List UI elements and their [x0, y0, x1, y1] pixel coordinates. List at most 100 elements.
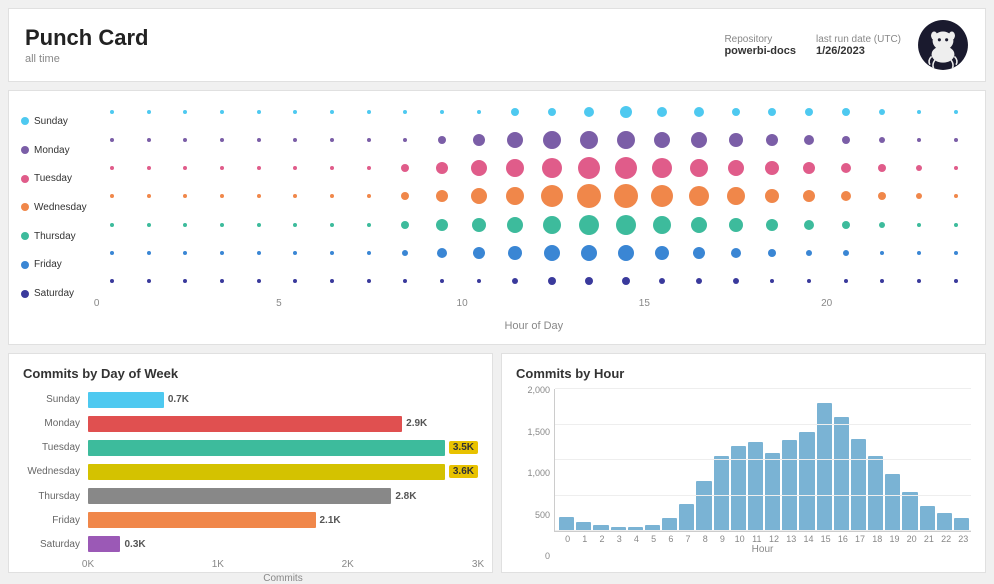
punch-cell	[168, 99, 203, 125]
v-bar-x-label: 9	[715, 534, 730, 544]
punch-dot	[768, 108, 776, 116]
v-bar-y-label: 1,500	[527, 427, 550, 437]
repo-info: Repository powerbi-docs last run date (U…	[724, 19, 969, 71]
punch-cell	[498, 240, 533, 266]
punch-cell	[351, 268, 386, 294]
punch-cell	[755, 99, 790, 125]
punch-cell	[608, 99, 643, 125]
punch-dot	[220, 110, 224, 114]
punch-cell	[461, 127, 496, 153]
punch-dot	[615, 157, 637, 179]
v-bar-col	[885, 389, 900, 531]
punch-cell	[278, 127, 313, 153]
v-bar-col	[799, 389, 814, 531]
v-bar-chart-wrap: 05001,0001,5002,000 01234567891011121314…	[516, 389, 971, 555]
h-bar-fill	[88, 392, 164, 408]
v-bar-col	[834, 389, 849, 531]
v-bar-col	[937, 389, 952, 531]
punch-cell	[95, 183, 130, 209]
punch-cell	[131, 268, 166, 294]
punch-dot	[768, 249, 776, 257]
punch-dot	[507, 217, 523, 233]
v-bar-x-label: 10	[732, 534, 747, 544]
punch-dot	[655, 246, 669, 260]
punch-cell	[131, 183, 166, 209]
punch-cell	[498, 127, 533, 153]
punch-cell	[535, 155, 570, 181]
punch-cell	[351, 127, 386, 153]
h-bar-row: Thursday2.8K	[23, 486, 478, 507]
punch-cell	[828, 212, 863, 238]
punch-cell	[535, 183, 570, 209]
punch-cell	[608, 240, 643, 266]
punch-dot	[110, 110, 114, 114]
punch-cell	[718, 183, 753, 209]
v-bar-x-labels: 01234567891011121314151617181920212223	[554, 534, 971, 544]
v-bar-x-label: 1	[577, 534, 592, 544]
punch-cell	[241, 268, 276, 294]
punch-cell	[205, 99, 240, 125]
punch-dot	[293, 251, 297, 255]
punch-dot	[954, 279, 958, 283]
punch-cell	[828, 240, 863, 266]
punch-dot	[917, 110, 921, 114]
punch-dot	[548, 277, 556, 285]
punch-cell	[682, 127, 717, 153]
punch-cell	[792, 268, 827, 294]
punch-cell	[718, 268, 753, 294]
v-bar-x-label: 16	[835, 534, 850, 544]
punch-dot	[220, 223, 224, 227]
h-bar-row: Monday2.9K	[23, 413, 478, 434]
punch-dot	[293, 110, 297, 114]
punch-dot	[690, 159, 708, 177]
punch-cell	[388, 155, 423, 181]
h-bar-label: Monday	[23, 418, 88, 429]
punch-cell	[315, 127, 350, 153]
punch-dot	[183, 279, 187, 283]
v-bar-fill	[559, 517, 574, 531]
legend-dot	[21, 232, 29, 240]
punch-cell	[572, 240, 607, 266]
punch-dot	[402, 250, 408, 256]
punch-dot	[614, 184, 638, 208]
punch-dot	[330, 166, 334, 170]
punch-dot	[401, 221, 409, 229]
h-axis-title: Commits	[23, 573, 478, 584]
v-bar-x-label: 11	[749, 534, 764, 544]
v-bar-y-axis: 05001,0001,5002,000	[516, 389, 554, 555]
punch-dot	[367, 279, 371, 283]
punch-dot	[729, 133, 743, 147]
v-bar-fill	[920, 506, 935, 531]
repo-col: Repository powerbi-docs	[724, 34, 796, 57]
v-bar-fill	[902, 492, 917, 531]
punch-cell	[902, 99, 937, 125]
y-grid-line	[555, 388, 971, 389]
punch-cell	[351, 212, 386, 238]
punch-dot	[293, 138, 297, 142]
punch-dot	[110, 251, 114, 255]
h-bar-row: Wednesday3.6K	[23, 461, 478, 482]
punch-cell	[461, 183, 496, 209]
punch-cell	[205, 155, 240, 181]
v-bar-x-label: 15	[818, 534, 833, 544]
punch-dot	[403, 138, 407, 142]
punch-cell	[682, 268, 717, 294]
punch-cell	[95, 212, 130, 238]
punch-cell	[461, 212, 496, 238]
y-grid-line	[555, 530, 971, 531]
punch-cell	[572, 268, 607, 294]
v-bar-axis-title: Hour	[554, 544, 971, 555]
commits-by-hour-title: Commits by Hour	[516, 366, 971, 381]
title-block: Punch Card all time	[25, 25, 148, 65]
punch-cell	[425, 99, 460, 125]
punch-cell	[755, 212, 790, 238]
punch-dot	[844, 279, 848, 283]
punch-dot	[954, 194, 958, 198]
date-value: 1/26/2023	[816, 45, 865, 57]
punch-cell	[755, 268, 790, 294]
punch-cell	[205, 268, 240, 294]
punch-cell	[131, 99, 166, 125]
bottom-row: Commits by Day of Week Sunday0.7KMonday2…	[8, 353, 986, 573]
legend-dot	[21, 261, 29, 269]
v-bar-col	[920, 389, 935, 531]
